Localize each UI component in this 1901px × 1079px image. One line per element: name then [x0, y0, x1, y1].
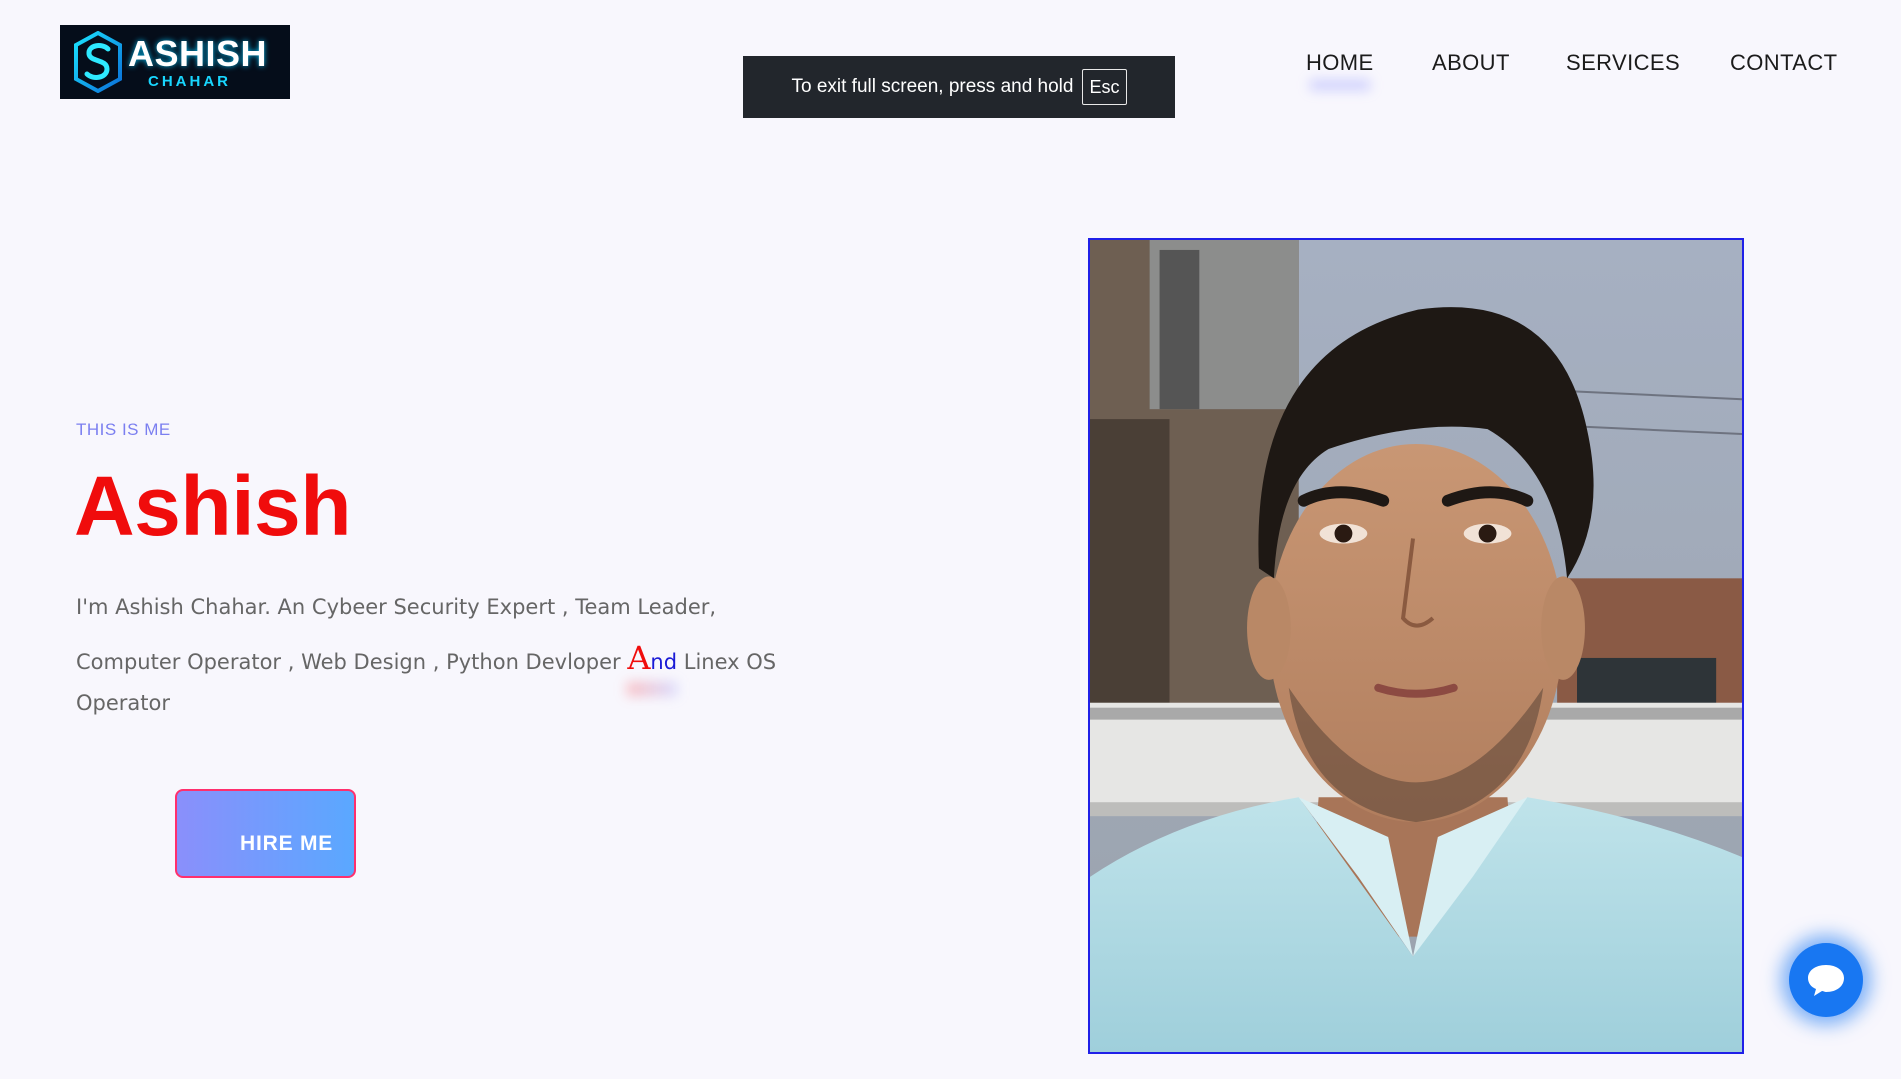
logo-name: ASHISH: [128, 32, 268, 74]
bio-line-1: I'm Ashish Chahar. An Cybeer Security Ex…: [76, 595, 717, 619]
nav-contact-label: CONTACT: [1730, 50, 1838, 75]
logo-subtitle: CHAHAR: [148, 72, 231, 90]
profile-photo-illustration: [1090, 240, 1742, 1052]
bio-line-2-start: Computer Operator , Web Design , Python …: [76, 650, 628, 674]
bio-highlight-letter: A: [627, 639, 651, 677]
chat-bubble-icon: [1808, 965, 1844, 996]
nav-services[interactable]: SERVICES: [1566, 50, 1680, 76]
fullscreen-notice-text: To exit full screen, press and hold: [791, 76, 1074, 97]
nav-about-label: ABOUT: [1432, 50, 1510, 75]
hero-bio: I'm Ashish Chahar. An Cybeer Security Ex…: [76, 582, 836, 718]
esc-key-badge: Esc: [1082, 69, 1127, 105]
bio-line-3: Operator: [76, 691, 170, 715]
profile-photo: [1088, 238, 1744, 1054]
bio-line-2: Computer Operator , Web Design , Python …: [76, 633, 836, 688]
site-logo[interactable]: ASHISH CHAHAR: [60, 25, 290, 99]
shield-s-logo-icon: [74, 31, 122, 93]
nav-services-label: SERVICES: [1566, 50, 1681, 75]
hero-name: Ashish: [74, 459, 352, 553]
nav-active-indicator: [1310, 80, 1370, 90]
bio-line-2-end: Linex OS: [677, 650, 777, 674]
nav-about[interactable]: ABOUT: [1432, 50, 1510, 76]
nav-contact[interactable]: CONTACT: [1730, 50, 1838, 76]
chat-button[interactable]: [1789, 943, 1863, 1017]
nav-home[interactable]: HOME: [1306, 50, 1374, 90]
nav-home-label: HOME: [1306, 50, 1374, 75]
bio-highlight-rest: nd: [650, 650, 678, 674]
bio-typing-highlight: And: [627, 633, 677, 688]
fullscreen-exit-notice: To exit full screen, press and hold Esc: [743, 56, 1175, 118]
hero-eyebrow: THIS IS ME: [76, 420, 171, 439]
hire-me-button[interactable]: HIRE ME: [175, 789, 356, 878]
